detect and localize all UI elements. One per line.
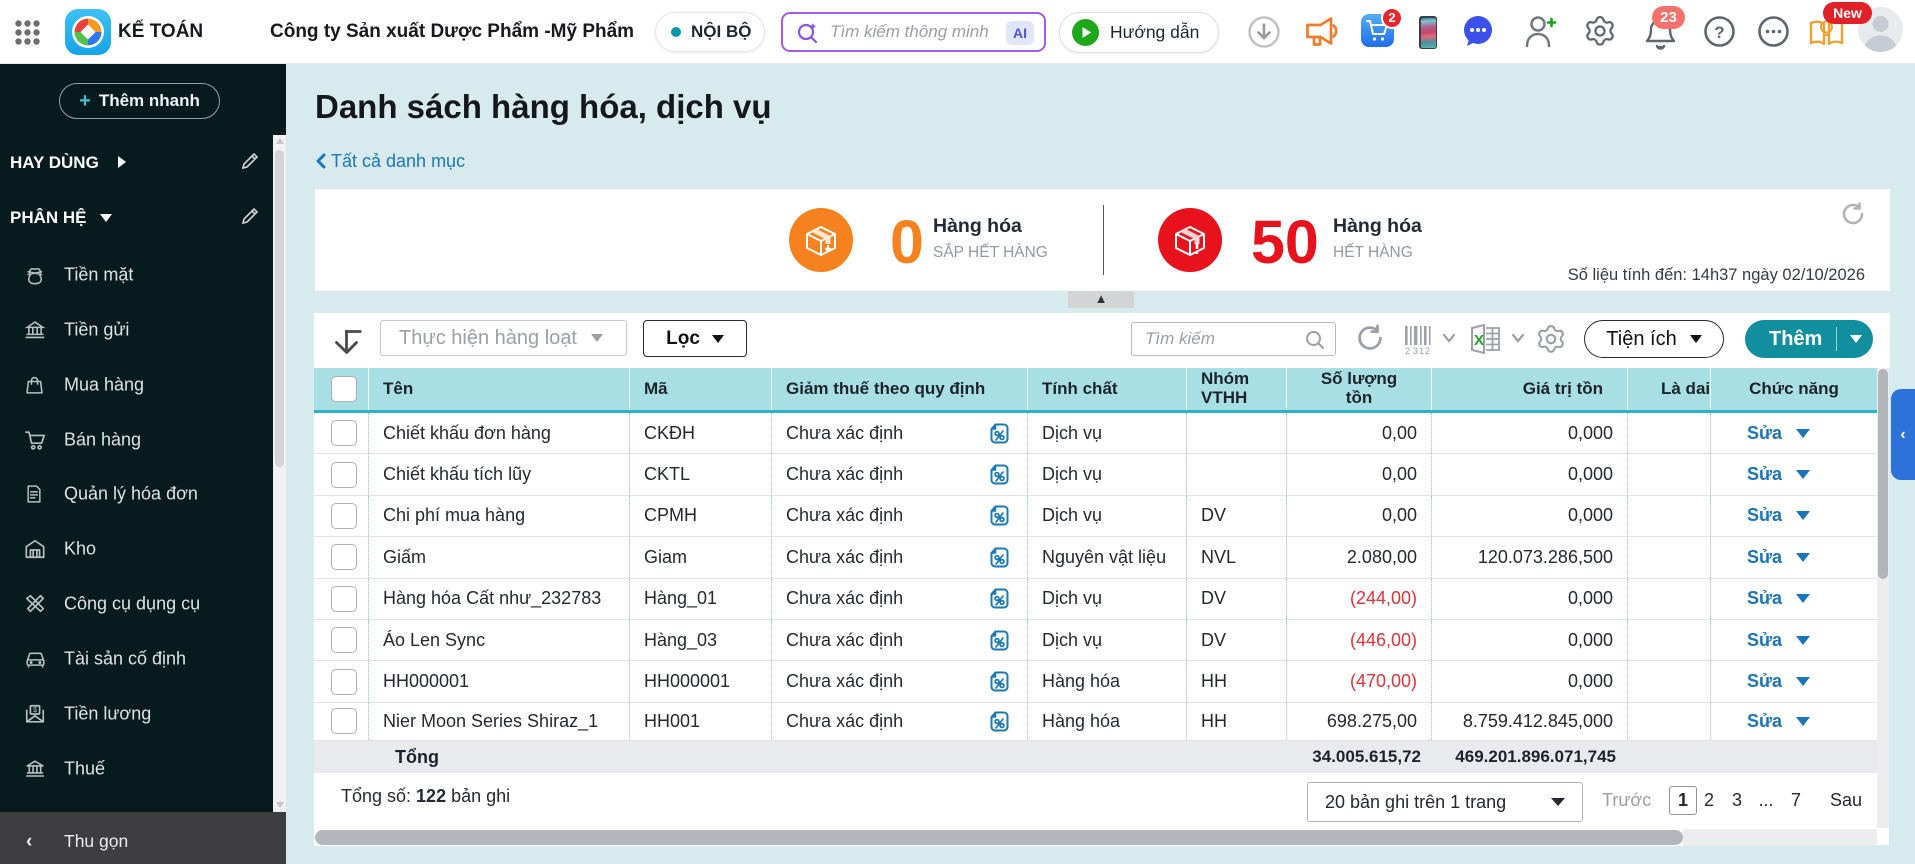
- svg-text:1: 1: [1419, 346, 1424, 354]
- svg-text:2: 2: [1425, 346, 1430, 354]
- svg-text:$: $: [33, 705, 37, 714]
- svg-text:3: 3: [1413, 346, 1418, 354]
- svg-text:?: ?: [1714, 23, 1724, 42]
- svg-text:X: X: [1474, 332, 1484, 349]
- svg-text:2: 2: [1405, 346, 1410, 354]
